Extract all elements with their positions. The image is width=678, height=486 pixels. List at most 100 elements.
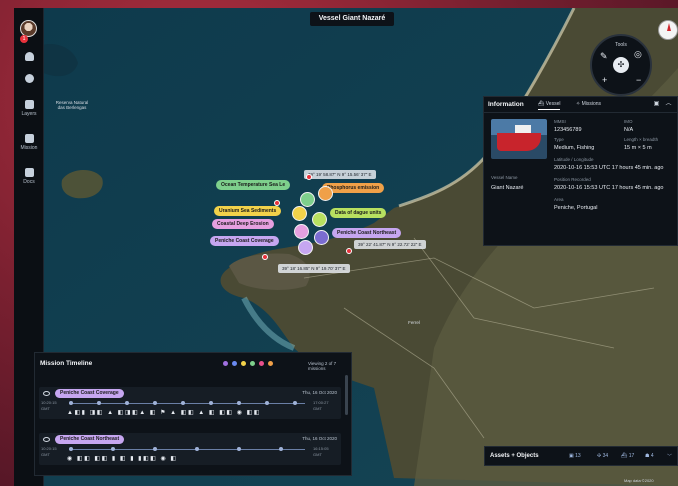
timeline-tick[interactable] xyxy=(195,447,199,451)
timeline-tick[interactable] xyxy=(181,401,185,405)
mission-name: Peniche Coast Coverage xyxy=(55,389,124,398)
tab-vessel[interactable]: ⛴ Vessel xyxy=(538,101,561,110)
zoom-out-icon[interactable]: − xyxy=(636,76,641,85)
mission-tag[interactable]: Uranium Sea Sediments xyxy=(214,206,282,216)
area-value: Peniche, Portugal xyxy=(554,205,598,211)
viewing-count: Viewing 2 of 7 missions xyxy=(308,361,337,371)
mission-timeline-title: Mission Timeline xyxy=(40,360,93,367)
coordinate-label: 39° 18' 16.85" N 9° 19.70' 37" E xyxy=(278,264,350,273)
imo-value: N/A xyxy=(624,127,634,133)
sidebar-item-mission[interactable]: Mission xyxy=(14,134,44,151)
timeline-tick[interactable] xyxy=(153,401,157,405)
timeline-row[interactable]: Peniche Coast Coverage Thu, 16 Oct 2020 … xyxy=(39,387,341,419)
mission-tag[interactable]: Coastal Deep Erosion xyxy=(212,219,274,229)
mission-name: Peniche Coast Northeast xyxy=(55,435,125,444)
timeline-tick[interactable] xyxy=(69,401,73,405)
settings-icon xyxy=(24,74,34,83)
eye-icon[interactable] xyxy=(43,391,50,396)
mission-marker[interactable] xyxy=(292,206,307,221)
vessel-marker[interactable] xyxy=(306,174,312,180)
vessel-marker[interactable] xyxy=(346,248,352,254)
target-icon[interactable]: ◎ xyxy=(634,50,642,59)
timeline-tick[interactable] xyxy=(69,447,73,451)
tab-missions[interactable]: ✧ Missions xyxy=(576,101,601,107)
compass-icon[interactable] xyxy=(658,20,678,40)
zoom-in-icon[interactable]: + xyxy=(602,76,607,85)
mission-marker[interactable] xyxy=(318,186,333,201)
assets-objects-bar[interactable]: Assets + Objects ▣ 13 ✣ 34 ⛴ 17 ☗ 4 ﹀ xyxy=(484,446,678,466)
detected-value: 2020-10-16 15:53 UTC 17 hours 45 min. ag… xyxy=(554,185,664,191)
chevron-up-icon[interactable]: ︿ xyxy=(664,100,673,109)
vessel-name-value: Giant Nazaré xyxy=(491,185,524,191)
mmsi-value: 123456789 xyxy=(554,127,582,133)
map-attribution: Map data ©2020 xyxy=(624,478,654,483)
timeline-tick[interactable] xyxy=(97,401,101,405)
field-label: MMSI xyxy=(554,119,566,124)
mission-timeline-panel: Mission Timeline Viewing 2 of 7 missions… xyxy=(34,352,352,476)
mission-color-dot[interactable] xyxy=(250,361,255,366)
start-time: 10:20:15 xyxy=(41,446,57,451)
mission-color-dot[interactable] xyxy=(232,361,237,366)
timeline-track xyxy=(69,449,305,450)
field-label: Type xyxy=(554,137,564,142)
mission-color-dot[interactable] xyxy=(259,361,264,366)
mission-color-dot[interactable] xyxy=(241,361,246,366)
sidebar-item-label: Mission xyxy=(20,145,38,151)
mission-marker[interactable] xyxy=(294,224,309,239)
timeline-track xyxy=(69,403,305,404)
timeline-tick[interactable] xyxy=(125,401,129,405)
sidebar-item-label: Docs xyxy=(23,179,35,185)
sidebar-item-notifications[interactable] xyxy=(14,52,44,63)
asset-count[interactable]: ✣ 34 xyxy=(597,453,608,459)
type-value: Medium, Fishing xyxy=(554,145,595,151)
mission-tag[interactable]: Peniche Coast Coverage xyxy=(210,236,279,246)
event-icons[interactable]: ▲◧▮ ◨◧ ▲ ◧◨◧▲ ◧ ⚑ ▲ ◧◧ ▲ ◧ ◧◧ ◉ ◧◧ xyxy=(67,409,261,416)
mission-marker[interactable] xyxy=(300,192,315,207)
asset-count-value: 4 xyxy=(650,453,654,459)
asset-count[interactable]: ☗ 4 xyxy=(645,453,654,459)
timeline-tick[interactable] xyxy=(279,447,283,451)
app-screen: Reserva Natural das Berlengas Ferrel 39°… xyxy=(14,8,678,486)
asset-count[interactable]: ▣ 13 xyxy=(569,453,581,459)
mission-marker[interactable] xyxy=(314,230,329,245)
information-header: Information ⛴ Vessel ✧ Missions ▣ ︿ xyxy=(484,97,677,113)
tools-dial[interactable]: Tools ✎ ◎ + − ✣ xyxy=(590,34,652,96)
mission-tag[interactable]: Data of dague units xyxy=(330,208,387,218)
mission-marker[interactable] xyxy=(312,212,327,227)
mission-tag[interactable]: Ocean Temperature Sea Le xyxy=(216,180,291,190)
coordinate-label: 39° 19' 58.87" N 9° 15.56' 37" E xyxy=(304,170,376,179)
sidebar-item-layers[interactable]: Layers xyxy=(14,100,44,117)
sidebar-item-docs[interactable]: Docs xyxy=(14,168,44,185)
page-title: Vessel Giant Nazaré xyxy=(310,12,394,26)
folder-icon[interactable]: ▣ xyxy=(652,100,661,109)
scrollbar[interactable] xyxy=(345,375,348,415)
mission-date: Thu, 16 Oct 2020 xyxy=(302,390,337,395)
mission-color-dot[interactable] xyxy=(268,361,273,366)
asset-count[interactable]: ⛴ 17 xyxy=(621,453,634,459)
mission-icon xyxy=(24,134,34,143)
sidebar-item-settings[interactable] xyxy=(14,74,44,85)
ship-icon: ⛴ xyxy=(538,101,546,107)
vessel-marker[interactable] xyxy=(262,254,268,260)
timeline-tick[interactable] xyxy=(209,401,213,405)
assets-title: Assets + Objects xyxy=(490,453,539,459)
event-icons[interactable]: ◉ ◧◧ ◧◧ ▮ ◧ ▮ ▮◧◧ ◉ ◧ xyxy=(67,455,178,462)
field-label: Latitude / Longitude xyxy=(554,157,594,162)
vessel-photo xyxy=(491,119,547,159)
pencil-icon[interactable]: ✎ xyxy=(600,52,608,61)
start-time: 10:20:15 xyxy=(41,400,57,405)
mission-tag[interactable]: Peniche Coast Northeast xyxy=(332,228,402,238)
timeline-tick[interactable] xyxy=(293,401,297,405)
eye-icon[interactable] xyxy=(43,437,50,442)
timeline-tick[interactable] xyxy=(153,447,157,451)
drone-icon[interactable]: ✣ xyxy=(613,57,629,73)
mission-color-dot[interactable] xyxy=(223,361,228,366)
timeline-tick[interactable] xyxy=(111,447,115,451)
mission-marker[interactable] xyxy=(298,240,313,255)
vessel-marker[interactable] xyxy=(274,200,280,206)
timeline-row[interactable]: Peniche Coast Northeast Thu, 16 Oct 2020… xyxy=(39,433,341,465)
chevron-down-icon[interactable]: ﹀ xyxy=(667,453,672,460)
timeline-tick[interactable] xyxy=(265,401,269,405)
timeline-tick[interactable] xyxy=(237,447,241,451)
timeline-tick[interactable] xyxy=(237,401,241,405)
